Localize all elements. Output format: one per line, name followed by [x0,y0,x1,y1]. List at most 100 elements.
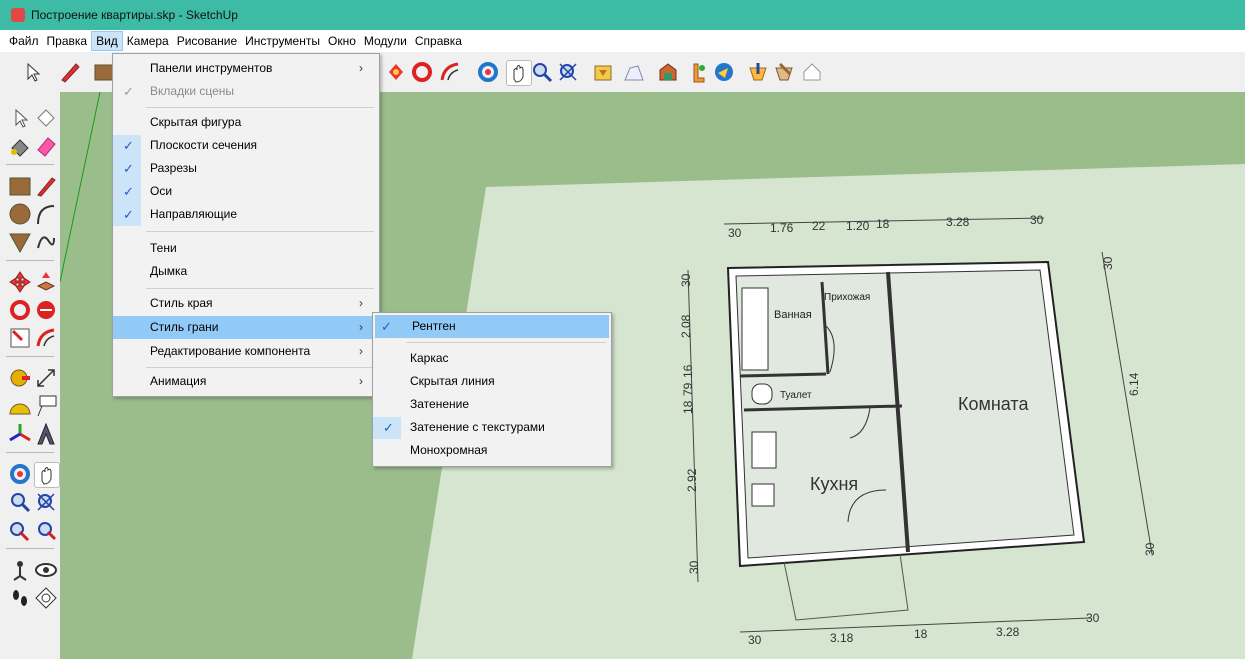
import-icon[interactable] [746,60,770,84]
rectangle-icon[interactable] [8,174,32,198]
menu-item-label: Панели инструментов [150,61,273,75]
menu-item-component-edit[interactable]: Редактирование компонента › [113,340,379,363]
follow-me-icon[interactable] [34,298,58,322]
menu-item-shaded-textures[interactable]: ✓ Затенение с текстурами [373,416,611,439]
dim-top-6: 30 [1030,213,1044,227]
move-icon[interactable] [8,270,32,294]
orbit-tool-icon[interactable] [476,60,500,84]
menu-help[interactable]: Справка [411,31,466,51]
walk-footprints-icon[interactable] [8,586,32,610]
layout-send-icon[interactable] [712,60,736,84]
menu-item-hidden-geometry[interactable]: Скрытая фигура [113,111,379,134]
menu-item-hidden-line[interactable]: Скрытая линия [373,370,611,393]
pencil-tool-icon[interactable] [58,60,82,84]
orbit-icon[interactable] [8,462,32,486]
pan-hand-icon[interactable] [34,462,60,488]
line-pencil-icon[interactable] [34,174,58,198]
make-component-icon[interactable] [34,106,58,130]
rotate-tool-icon[interactable] [384,60,408,84]
position-camera-icon[interactable] [8,558,32,582]
protractor-icon[interactable] [8,394,32,418]
menu-item-shadows[interactable]: Тени [113,237,379,260]
menu-item-face-style[interactable]: Стиль грани › [113,316,379,339]
menu-item-monochrome[interactable]: Монохромная [373,439,611,462]
menu-item-wireframe[interactable]: Каркас [373,347,611,370]
select-arrow-icon[interactable] [8,106,32,130]
house-style-icon[interactable] [800,60,824,84]
export-icon[interactable] [772,60,796,84]
dim-top-3: 1.20 [846,219,870,233]
submenu-arrow-icon: › [359,61,363,75]
components-icon[interactable] [656,60,680,84]
circle-icon[interactable] [8,202,32,226]
polygon-icon[interactable] [8,230,32,254]
checkmark-icon: ✓ [383,420,394,435]
menu-item-sections[interactable]: ✓ Разрезы [113,157,379,180]
zoom-window-tool-icon[interactable] [556,60,580,84]
menu-item-edge-style[interactable]: Стиль края › [113,292,379,315]
share-model-icon[interactable] [622,60,646,84]
scale-icon[interactable] [8,326,32,350]
eraser-icon[interactable] [34,134,58,158]
menu-extensions[interactable]: Модули [360,31,411,51]
section-plane-icon[interactable] [34,586,58,610]
menu-camera[interactable]: Камера [123,31,173,51]
dim-top-5: 3.28 [946,215,970,229]
arc-icon[interactable] [34,202,58,226]
refresh-tool-icon[interactable] [410,60,434,84]
extension-warehouse-icon[interactable] [684,60,708,84]
dim-right-2: 30 [1143,542,1157,556]
menu-item-animation[interactable]: Анимация › [113,370,379,393]
offset-tool-icon[interactable] [438,60,462,84]
menu-item-shaded[interactable]: Затенение [373,393,611,416]
menu-item-scene-tabs[interactable]: ✓ Вкладки сцены [113,80,379,103]
menu-item-label: Рентген [412,319,456,333]
previous-view-icon[interactable] [8,518,32,542]
3d-text-icon[interactable] [34,422,58,446]
menu-item-label: Анимация [150,374,207,388]
dim-left-0: 30 [679,273,693,287]
menu-tools[interactable]: Инструменты [241,31,324,51]
offset-icon[interactable] [34,326,58,350]
zoom-window-icon[interactable] [34,490,58,514]
menu-item-label: Стиль грани [150,320,219,334]
menu-draw[interactable]: Рисование [173,31,241,51]
look-around-icon[interactable] [34,558,58,582]
submenu-arrow-icon: › [359,320,363,334]
paint-bucket-icon[interactable] [8,134,32,158]
dim-left-3: 79 [681,382,695,396]
menu-item-xray[interactable]: ✓ Рентген [375,315,609,338]
menu-item-label: Затенение [410,397,469,411]
select-tool-icon[interactable] [20,60,44,84]
menu-item-axes[interactable]: ✓ Оси [113,180,379,203]
menu-bar: Файл Правка Вид Камера Рисование Инструм… [0,30,1245,52]
dim-bottom-1: 3.18 [830,631,854,645]
dim-right-0: 30 [1101,256,1115,270]
freehand-icon[interactable] [34,230,58,254]
dimension-icon[interactable] [34,366,58,390]
menu-item-label: Направляющие [150,207,238,221]
menu-window[interactable]: Окно [324,31,360,51]
menu-view[interactable]: Вид [91,31,123,51]
toolbar-separator [6,548,54,549]
zoom-extents-icon[interactable] [34,518,58,542]
push-pull-icon[interactable] [34,270,58,294]
menu-file[interactable]: Файл [5,31,43,51]
menu-item-section-planes[interactable]: ✓ Плоскости сечения [113,134,379,157]
axes-icon[interactable] [8,422,32,446]
menu-item-label: Скрытая фигура [150,115,242,129]
menu-item-guides[interactable]: ✓ Направляющие [113,203,379,226]
3d-warehouse-icon[interactable] [592,60,616,84]
checkmark-icon: ✓ [123,138,134,153]
menu-edit[interactable]: Правка [43,31,92,51]
menu-item-fog[interactable]: Дымка [113,260,379,283]
dim-bottom-0: 30 [748,633,762,647]
zoom-icon[interactable] [8,490,32,514]
menu-item-toolbars[interactable]: Панели инструментов › [113,57,379,80]
dim-bottom-3: 3.28 [996,625,1020,639]
tape-measure-icon[interactable] [8,366,32,390]
pan-tool-icon[interactable] [506,60,532,86]
text-label-icon[interactable] [34,394,58,418]
zoom-tool-icon[interactable] [530,60,554,84]
rotate-icon[interactable] [8,298,32,322]
